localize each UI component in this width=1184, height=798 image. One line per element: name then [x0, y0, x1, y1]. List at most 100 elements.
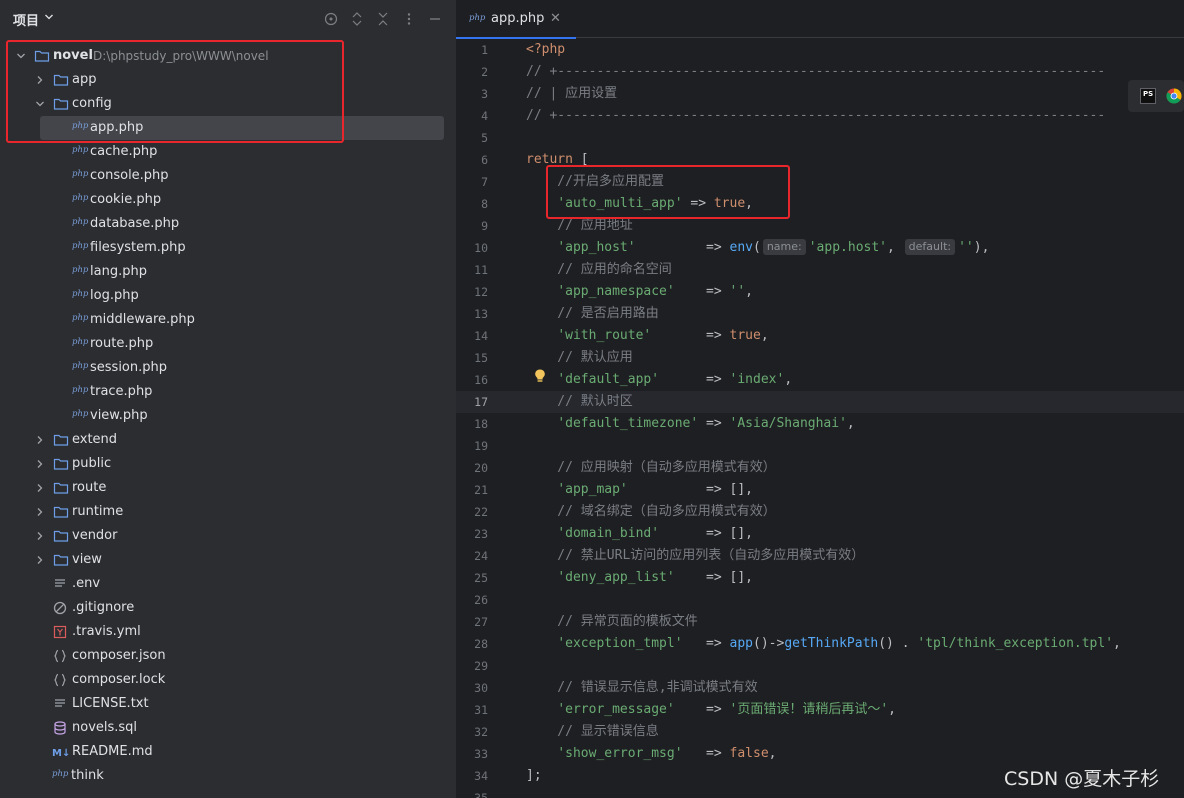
tree-item-label: novels.sql	[72, 720, 138, 735]
close-icon[interactable]: ✕	[550, 11, 561, 26]
phpstorm-icon[interactable]: PS	[1140, 88, 1156, 104]
text-file-icon	[52, 576, 68, 592]
tree-item-session-php[interactable]: php session.php	[0, 356, 456, 380]
tree-item-database-php[interactable]: php database.php	[0, 212, 456, 236]
tree-item-cookie-php[interactable]: php cookie.php	[0, 188, 456, 212]
code-line[interactable]: // 默认时区	[526, 391, 633, 413]
tree-item-lang-php[interactable]: php lang.php	[0, 260, 456, 284]
tree-item-composer-json[interactable]: composer.json	[0, 644, 456, 668]
json-file-icon	[52, 672, 68, 688]
tree-item-env[interactable]: .env	[0, 572, 456, 596]
tree-item-trace-php[interactable]: php trace.php	[0, 380, 456, 404]
line-number: 3	[481, 87, 488, 101]
tree-item-gitignore[interactable]: .gitignore	[0, 596, 456, 620]
php-file-icon: php	[72, 385, 89, 395]
tree-item-vendor[interactable]: vendor	[0, 524, 456, 548]
tree-item-view[interactable]: view	[0, 548, 456, 572]
tree-item-public[interactable]: public	[0, 452, 456, 476]
tree-item-cache-php[interactable]: php cache.php	[0, 140, 456, 164]
tree-item-travis-yml[interactable]: .travis.yml	[0, 620, 456, 644]
more-options-icon[interactable]	[401, 11, 417, 27]
code-token: // +------------------------------------…	[526, 64, 1106, 79]
line-number: 19	[474, 439, 488, 453]
code-line[interactable]: // 域名绑定（自动多应用模式有效）	[526, 501, 776, 523]
line-number: 8	[481, 197, 488, 211]
tree-item-label: cookie.php	[90, 192, 162, 207]
chevron-right-icon[interactable]	[35, 483, 45, 493]
code-line[interactable]: // 错误显示信息,非调试模式有效	[526, 677, 758, 699]
code-token: // 错误显示信息,非调试模式有效	[526, 680, 758, 695]
tree-item-middleware-php[interactable]: php middleware.php	[0, 308, 456, 332]
code-token: // 异常页面的模板文件	[526, 614, 698, 629]
chevron-right-icon[interactable]	[35, 531, 45, 541]
code-line[interactable]: 'with_route' => true,	[526, 325, 768, 347]
locate-icon[interactable]	[323, 11, 339, 27]
tree-item-console-php[interactable]: php console.php	[0, 164, 456, 188]
line-number: 10	[474, 241, 488, 255]
code-line[interactable]: // 是否启用路由	[526, 303, 659, 325]
tree-item-composer-lock[interactable]: composer.lock	[0, 668, 456, 692]
code-token: ,	[887, 240, 903, 255]
code-line[interactable]: // 默认应用	[526, 347, 633, 369]
tree-item-extend[interactable]: extend	[0, 428, 456, 452]
code-line[interactable]: 'error_message' => '页面错误！请稍后再试～',	[526, 699, 896, 721]
tree-item-route-php[interactable]: php route.php	[0, 332, 456, 356]
panel-title[interactable]: 项目	[13, 10, 39, 29]
line-number: 14	[474, 329, 488, 343]
code-token: 'with_route'	[557, 328, 652, 343]
code-token: ()->	[753, 636, 785, 651]
chevron-right-icon[interactable]	[35, 507, 45, 517]
chevron-right-icon[interactable]	[35, 555, 45, 565]
code-line[interactable]: // +------------------------------------…	[526, 61, 1105, 83]
expand-all-icon[interactable]	[349, 11, 365, 27]
tree-item-novels-sql[interactable]: novels.sql	[0, 716, 456, 740]
code-line[interactable]: 'domain_bind' => [],	[526, 523, 753, 545]
chrome-icon[interactable]	[1166, 88, 1182, 104]
parameter-hint: default:	[904, 239, 956, 255]
chevron-down-icon[interactable]	[44, 12, 54, 22]
line-number: 6	[481, 153, 488, 167]
line-number: 11	[474, 263, 488, 277]
tab-app-php[interactable]: php app.php ✕	[456, 0, 576, 39]
code-line[interactable]: 'default_timezone' => 'Asia/Shanghai',	[526, 413, 854, 435]
tree-item-runtime[interactable]: runtime	[0, 500, 456, 524]
code-line[interactable]: // 禁止URL访问的应用列表（自动多应用模式有效）	[526, 545, 864, 567]
code-line[interactable]: 'deny_app_list' => [],	[526, 567, 753, 589]
chevron-right-icon[interactable]	[35, 435, 45, 445]
code-line[interactable]: 'default_app' => 'index',	[526, 369, 792, 391]
code-token: => [],	[659, 526, 753, 541]
code-line[interactable]: 'app_map' => [],	[526, 479, 753, 501]
code-line[interactable]: // +------------------------------------…	[526, 105, 1105, 127]
code-token: 'default_timezone'	[557, 416, 699, 431]
tree-item-log-php[interactable]: php log.php	[0, 284, 456, 308]
tree-item-view-php[interactable]: php view.php	[0, 404, 456, 428]
tree-item-readme-md[interactable]: M↓ README.md	[0, 740, 456, 764]
tree-item-route[interactable]: route	[0, 476, 456, 500]
chevron-right-icon[interactable]	[35, 459, 45, 469]
hide-panel-icon[interactable]	[427, 11, 443, 27]
code-line[interactable]: // 应用的命名空间	[526, 259, 672, 281]
code-line[interactable]: ];	[526, 765, 542, 787]
code-line[interactable]: // 异常页面的模板文件	[526, 611, 698, 633]
code-line[interactable]: 'show_error_msg' => false,	[526, 743, 776, 765]
tree-item-filesystem-php[interactable]: php filesystem.php	[0, 236, 456, 260]
line-number: 15	[474, 351, 488, 365]
code-content[interactable]: <?php // +-------------------------------…	[526, 38, 1184, 798]
tree-item-license-txt[interactable]: LICENSE.txt	[0, 692, 456, 716]
tree-item-think[interactable]: php think	[0, 764, 456, 788]
code-line[interactable]: // 显示错误信息	[526, 721, 659, 743]
line-number: 35	[474, 791, 488, 798]
tree-item-label: LICENSE.txt	[72, 696, 149, 711]
code-line[interactable]: 'app_namespace' => '',	[526, 281, 753, 303]
code-line[interactable]: <?php	[526, 39, 565, 61]
code-line[interactable]: 'exception_tmpl' => app()->getThinkPath(…	[526, 633, 1121, 655]
watermark: CSDN @夏木子杉	[1004, 768, 1160, 790]
code-line[interactable]: 'app_host' => env(name:'app.host', defau…	[526, 237, 989, 259]
code-line[interactable]: // 应用映射（自动多应用模式有效）	[526, 457, 776, 479]
php-file-icon: php	[72, 169, 89, 179]
code-line[interactable]: // | 应用设置	[526, 83, 617, 105]
collapse-all-icon[interactable]	[375, 11, 391, 27]
